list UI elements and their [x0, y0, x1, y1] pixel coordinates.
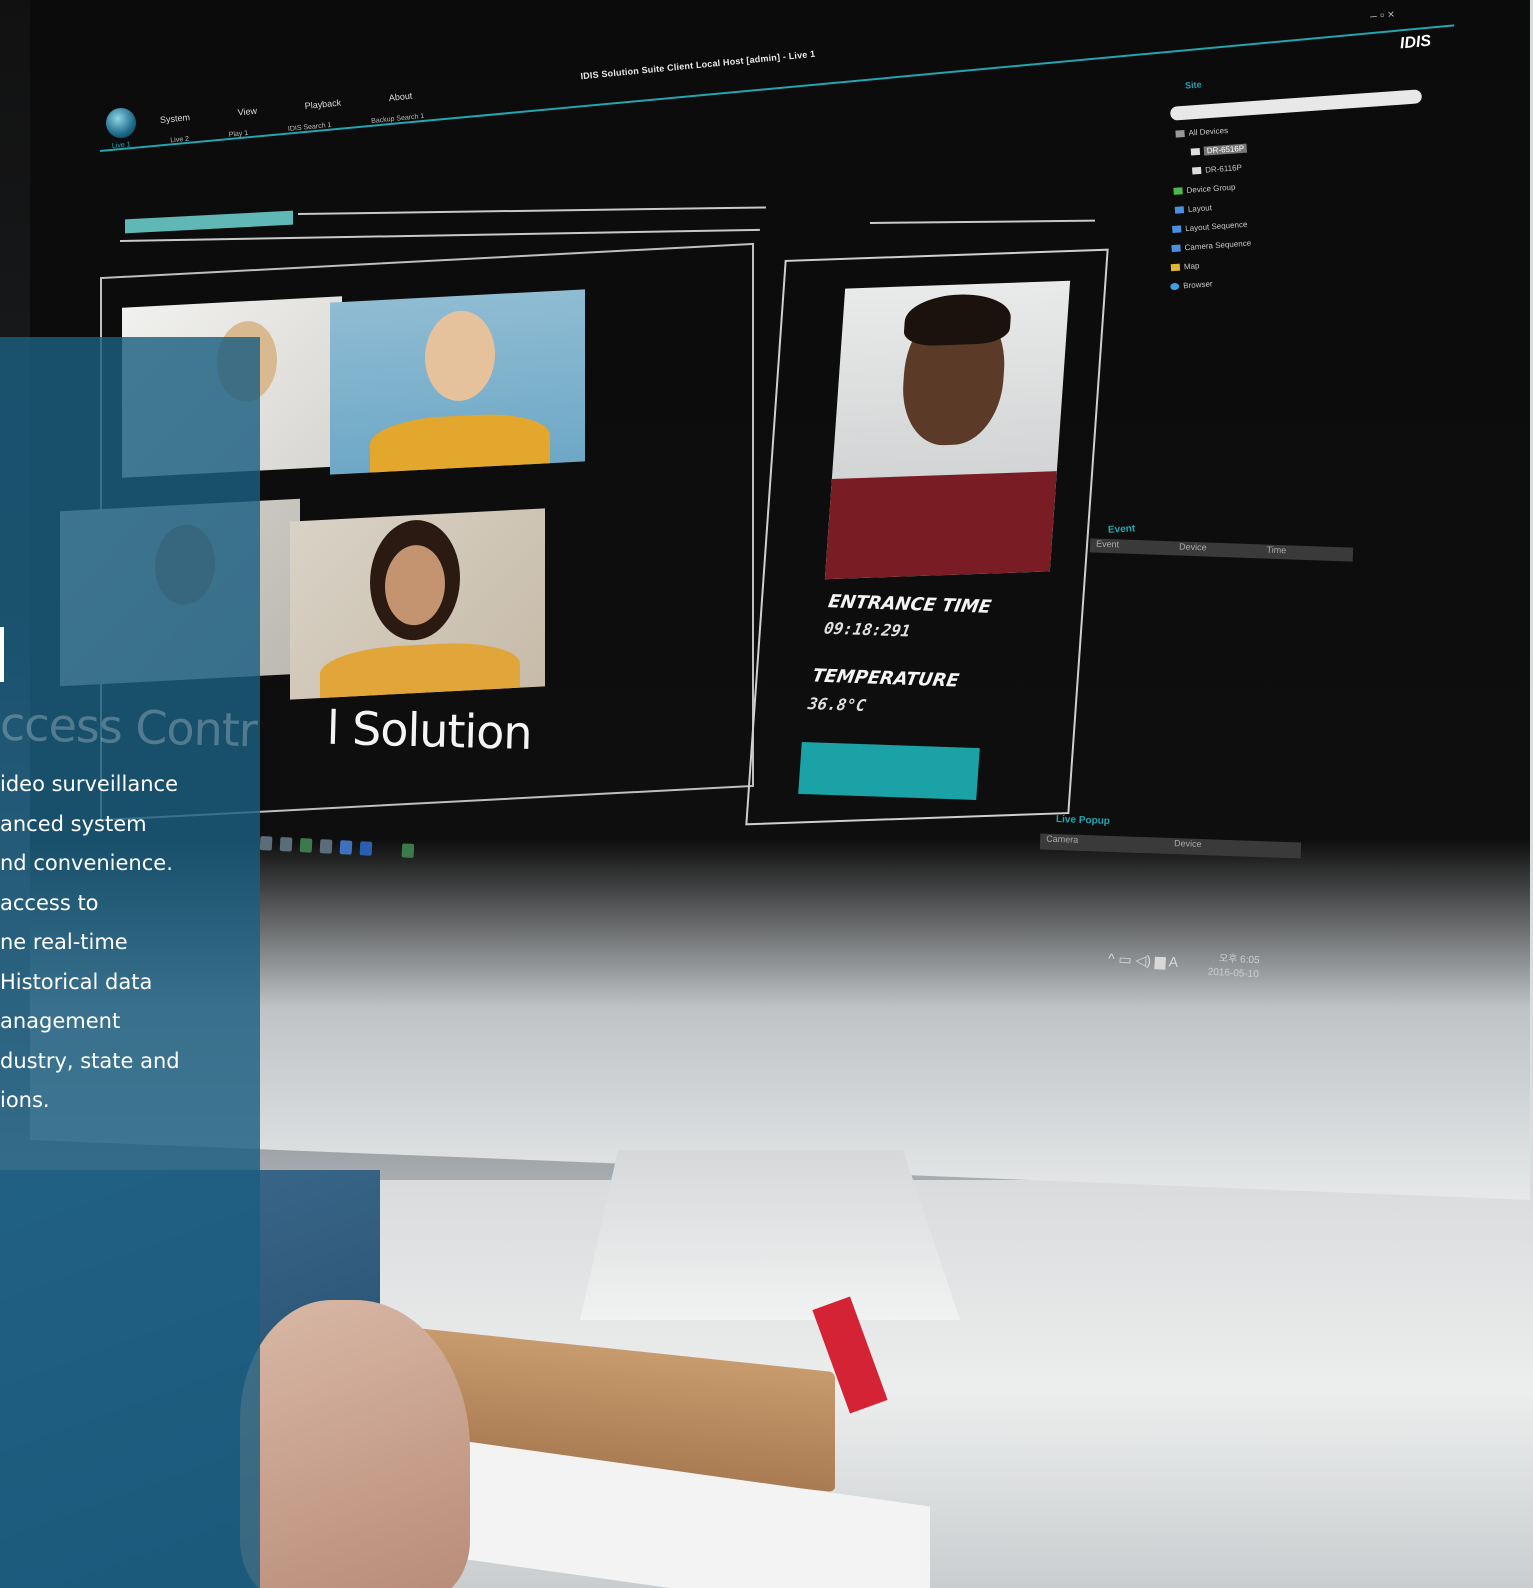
- camera-sequence-icon: [1171, 244, 1181, 253]
- overlay-line: ne real-time: [0, 930, 128, 954]
- dvr-icon: [1190, 148, 1201, 156]
- temperature-value: 36.8°C: [806, 693, 868, 716]
- column-header[interactable]: Event: [1096, 539, 1119, 554]
- overlay-line: anagement: [0, 1009, 121, 1033]
- menu-item-view[interactable]: View: [237, 106, 257, 118]
- overlay-line: anced system: [0, 811, 147, 836]
- layout-icon[interactable]: [279, 837, 293, 852]
- overlay-line: access to: [0, 890, 99, 915]
- column-header[interactable]: Device: [1174, 838, 1202, 855]
- overlay-ghost-caption: ccess Contr: [0, 696, 258, 758]
- message-icon[interactable]: ▆: [1155, 953, 1167, 970]
- dvr-icon: [1192, 167, 1202, 175]
- app-logo-icon: [106, 108, 136, 138]
- overlay-line: ions.: [0, 1088, 50, 1112]
- layout-icon[interactable]: [401, 843, 415, 859]
- map-icon: [1170, 264, 1181, 272]
- visitor-portrait: [824, 280, 1071, 580]
- column-header[interactable]: Time: [1266, 545, 1286, 560]
- site-panel-title: Site: [1184, 79, 1202, 91]
- devices-icon: [1175, 130, 1185, 138]
- network-icon[interactable]: ▭: [1118, 951, 1132, 968]
- overlay-line: nd convenience.: [0, 851, 173, 875]
- camera-tile[interactable]: [290, 508, 545, 700]
- chevron-up-icon[interactable]: ^: [1108, 950, 1115, 966]
- taskbar-clock[interactable]: 오후 6:05 2016-05-10: [1207, 952, 1260, 983]
- entrance-time-value: 09:18:291: [822, 618, 913, 641]
- clock-date: 2016-05-10: [1207, 966, 1260, 981]
- overlay-line: Historical data: [0, 969, 153, 994]
- layout-icon[interactable]: [259, 835, 273, 851]
- layout-icon[interactable]: [319, 839, 333, 854]
- camera-tile[interactable]: [330, 289, 585, 475]
- speaker-icon[interactable]: ◁): [1135, 952, 1151, 969]
- overlay-description: ideo surveillance anced system nd conven…: [0, 765, 260, 1121]
- layout-icon[interactable]: [339, 840, 353, 855]
- live-popup-title: Live Popup: [1055, 814, 1111, 827]
- event-panel-title: Event: [1107, 523, 1136, 536]
- column-header[interactable]: Device: [1179, 542, 1207, 557]
- layout-icon[interactable]: [299, 838, 313, 853]
- layout-icon: [1174, 206, 1185, 215]
- overlay-line: ideo surveillance: [0, 772, 178, 796]
- layout-sequence-icon: [1172, 225, 1182, 234]
- ime-indicator[interactable]: A: [1168, 953, 1178, 969]
- overlay-accent-bar: [0, 627, 4, 682]
- group-icon: [1173, 187, 1183, 196]
- device-tree: All Devices DR-6516P DR-6116P Device Gro…: [1155, 120, 1257, 297]
- window-controls[interactable]: – ▫ ×: [1369, 7, 1395, 23]
- system-tray: ^ ▭ ◁) ▆ A: [1108, 950, 1179, 971]
- layout-icon[interactable]: [359, 841, 373, 856]
- monitor-stand: [580, 1150, 960, 1320]
- column-header[interactable]: Camera: [1046, 834, 1078, 851]
- overlay-line: dustry, state and: [0, 1048, 180, 1073]
- entrance-status-button[interactable]: [798, 741, 980, 801]
- brand-logo: IDIS: [1399, 32, 1432, 53]
- hand: [240, 1300, 470, 1588]
- browser-icon: [1170, 283, 1180, 291]
